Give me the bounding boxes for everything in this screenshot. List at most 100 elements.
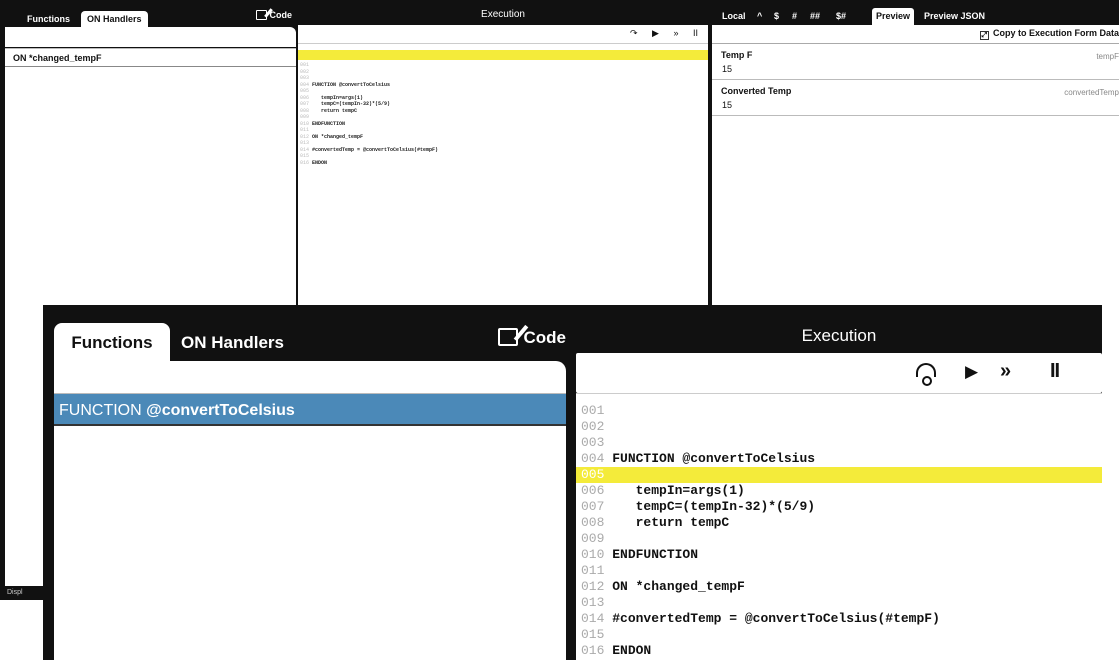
bg-tab-on-handlers[interactable]: ON Handlers: [81, 11, 148, 27]
edit-code-icon: [497, 328, 518, 346]
code-line[interactable]: 013: [576, 595, 1102, 611]
line-number: 001: [581, 403, 605, 418]
function-item-convert-to-celsius[interactable]: FUNCTION @convertToCelsius: [54, 394, 566, 426]
line-number: 003: [581, 435, 605, 450]
tab-functions[interactable]: Functions: [54, 323, 170, 361]
step-over-button[interactable]: [916, 360, 936, 386]
bg-tab-functions[interactable]: Functions: [23, 11, 74, 27]
code-line[interactable]: 003: [576, 435, 1102, 451]
line-number: 016: [581, 643, 605, 658]
tab-on-handlers[interactable]: ON Handlers: [181, 323, 284, 361]
code-line[interactable]: 008 return tempC: [576, 515, 1102, 531]
line-number: 010: [300, 120, 310, 127]
function-search-input[interactable]: [54, 361, 566, 393]
line-number: 015: [300, 153, 310, 159]
bg-copy-label: Copy to Execution Form Data: [992, 28, 1119, 38]
bg-display-footer[interactable]: Displ: [5, 586, 43, 600]
bg-tab-hash[interactable]: #: [792, 11, 797, 21]
bg-field-name: convertedTemp: [1064, 88, 1119, 97]
line-code: return tempC: [312, 107, 358, 114]
line-number: 005: [300, 88, 310, 94]
code-line[interactable]: 015: [576, 627, 1102, 643]
bg-step-over-icon[interactable]: ↷: [630, 28, 638, 38]
bg-field-value[interactable]: 15: [721, 64, 1119, 74]
run-all-icon[interactable]: »: [1000, 360, 1011, 383]
code-line[interactable]: 014 #convertedTemp = @convertToCelsius(#…: [576, 611, 1102, 627]
edit-code-icon: [255, 10, 267, 20]
copy-icon: ⤢: [979, 31, 989, 40]
code-label: Code: [523, 328, 567, 347]
function-list: FUNCTION @convertToCelsius: [54, 393, 566, 660]
bg-left-tabs: Functions ON Handlers Code: [5, 5, 296, 27]
line-code: tempC=(tempIn-32)*(5/9): [312, 101, 391, 107]
line-number: 001: [300, 62, 310, 68]
line-code: ENDFUNCTION: [612, 547, 699, 562]
bg-tab-caret[interactable]: ^: [757, 11, 762, 21]
line-number: 006: [300, 94, 310, 101]
bg-tab-preview-json[interactable]: Preview JSON: [924, 11, 985, 21]
code-line[interactable]: 011: [576, 563, 1102, 579]
bg-run-all-icon[interactable]: »: [673, 28, 678, 38]
function-keyword: FUNCTION: [59, 402, 142, 419]
code-line[interactable]: 005: [576, 467, 1102, 483]
line-number: 008: [581, 515, 605, 530]
line-code: tempC=(tempIn-32)*(5/9): [612, 499, 816, 514]
execution-toolbar: ▶ » II: [576, 353, 1102, 393]
line-number: 011: [300, 127, 310, 133]
line-code: ENDFUNCTION: [312, 120, 346, 127]
line-number: 005: [581, 467, 605, 482]
code-line[interactable]: 012 ON *changed_tempF: [576, 579, 1102, 595]
line-number: 014: [300, 146, 310, 153]
pause-icon[interactable]: II: [1050, 360, 1060, 383]
line-code: return tempC: [612, 515, 730, 530]
code-line[interactable]: 002: [576, 419, 1102, 435]
code-editor[interactable]: 001 002 003 004 FUNCTION @convertToCelsi…: [576, 393, 1102, 660]
bg-code-button[interactable]: Code: [255, 10, 293, 20]
line-number: 013: [300, 140, 310, 146]
line-code: tempIn=args(1): [312, 94, 364, 101]
line-code: ON *changed_tempF: [612, 579, 745, 594]
code-line[interactable]: 010 ENDFUNCTION: [576, 547, 1102, 563]
bg-tab-double-hash[interactable]: ##: [810, 11, 820, 21]
line-number: 009: [300, 114, 310, 120]
line-code: #convertedTemp = @convertToCelsius(#temp…: [612, 611, 940, 626]
bg-search-input[interactable]: [5, 27, 296, 47]
code-line[interactable]: 007 tempC=(tempIn-32)*(5/9): [576, 499, 1102, 515]
bg-pause-icon[interactable]: II: [693, 28, 698, 38]
line-number: 007: [581, 499, 605, 514]
bg-tab-dollar[interactable]: $: [774, 11, 779, 21]
line-number: 002: [581, 419, 605, 434]
bg-copy-to-form-data[interactable]: ⤢ Copy to Execution Form Data: [712, 25, 1119, 43]
line-number: 003: [300, 75, 310, 81]
code-line[interactable]: 016 ENDON: [300, 160, 708, 167]
code-line[interactable]: 006 tempIn=args(1): [576, 483, 1102, 499]
bg-tab-dollar-hash[interactable]: $#: [836, 11, 846, 21]
functions-tabs: Functions ON Handlers Code: [54, 323, 566, 361]
code-line[interactable]: 016 ENDON: [576, 643, 1102, 659]
line-code: #convertedTemp = @convertToCelsius(#temp…: [312, 146, 439, 153]
line-number: 012: [581, 579, 605, 594]
line-number: 015: [581, 627, 605, 642]
code-line[interactable]: 001: [576, 403, 1102, 419]
bg-tab-preview[interactable]: Preview: [872, 8, 915, 25]
bg-run-icon[interactable]: ▶: [652, 28, 659, 38]
line-code: FUNCTION @convertToCelsius: [612, 451, 816, 466]
bg-execution-toolbar: ↷ ▶ » II: [298, 25, 708, 43]
bg-code-lines: 001 002 003 004 FUNCTION @convertToCelsi…: [298, 60, 708, 166]
bg-code-label: Code: [269, 10, 293, 20]
run-icon[interactable]: ▶: [965, 362, 978, 382]
line-code: tempIn=args(1): [612, 483, 745, 498]
line-number: 016: [300, 159, 310, 166]
bg-execution-title: Execution: [481, 9, 525, 20]
code-line[interactable]: 004 FUNCTION @convertToCelsius: [576, 451, 1102, 467]
line-code: FUNCTION @convertToCelsius: [312, 81, 391, 88]
line-code: ENDON: [612, 643, 652, 658]
code-line[interactable]: 009: [576, 531, 1102, 547]
bg-tab-local[interactable]: Local: [722, 11, 746, 21]
line-number: 002: [300, 68, 310, 75]
bg-right-tabs: Local ^ $ # ## $# Preview Preview JSON: [712, 0, 1119, 25]
line-number: 006: [581, 483, 605, 498]
code-button[interactable]: Code: [497, 328, 567, 348]
bg-field-value[interactable]: 15: [721, 100, 1119, 110]
bg-handler-item[interactable]: ON *changed_tempF: [5, 49, 296, 67]
